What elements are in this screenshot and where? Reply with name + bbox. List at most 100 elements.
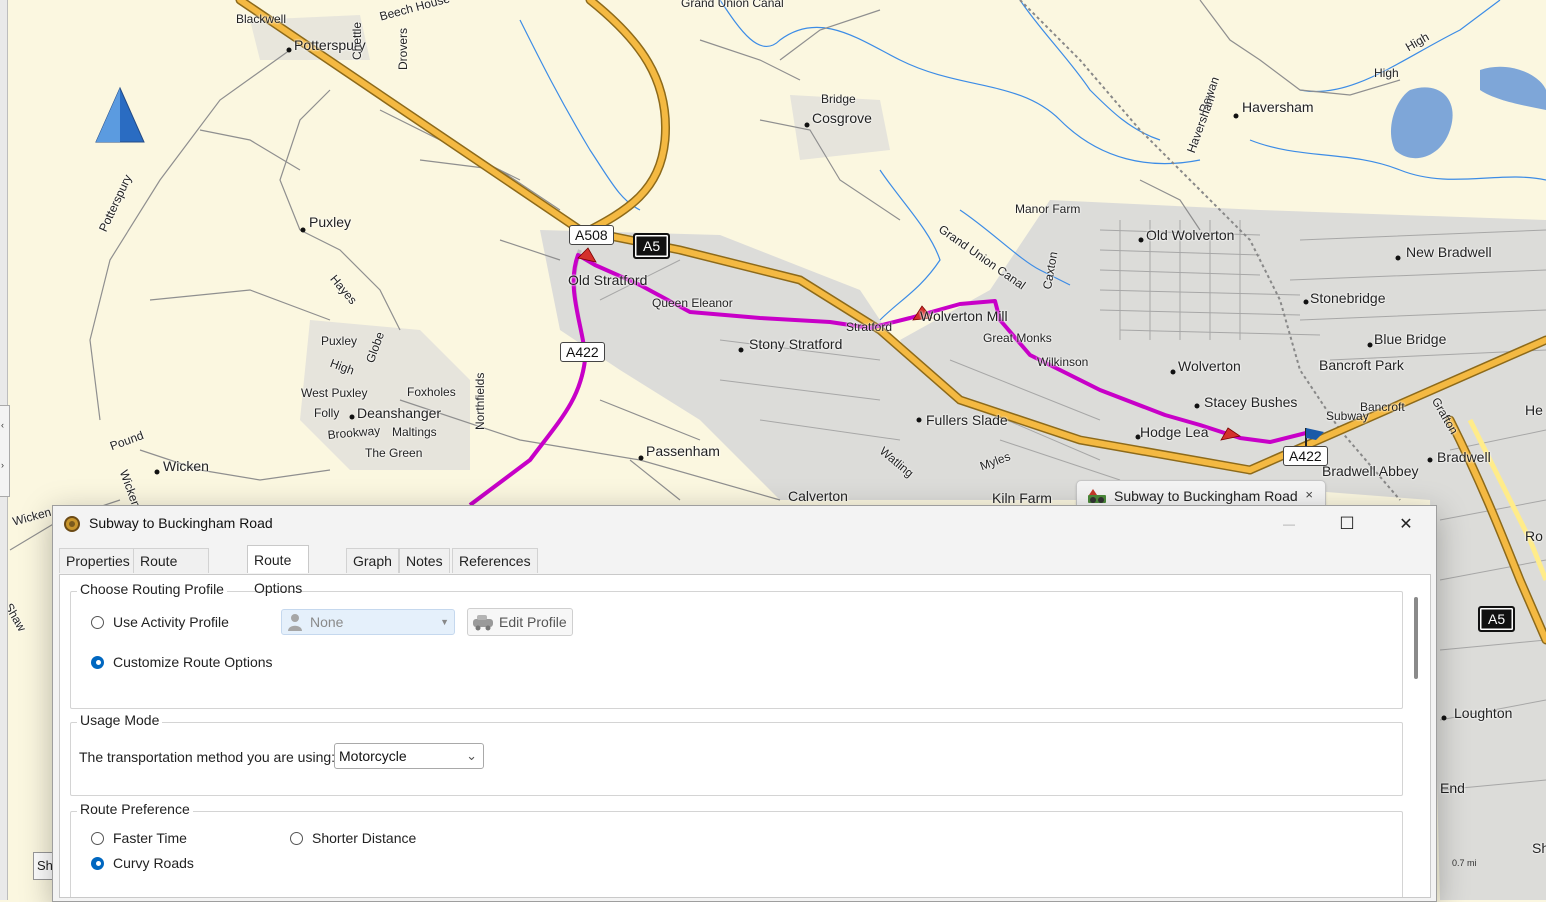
map-place-label: Ro: [1525, 528, 1543, 544]
collapse-arrows-icon: ‹ ›: [1, 420, 4, 470]
faster-time-radio[interactable]: Faster Time: [91, 830, 187, 846]
faster-time-label: Faster Time: [113, 830, 187, 846]
map-place-label: New Bradwell: [1406, 244, 1492, 260]
map-place-label: Bridge: [821, 92, 856, 106]
chevron-down-icon: ⌄: [466, 748, 477, 763]
route-preference-legend: Route Preference: [77, 801, 193, 817]
usage-mode-group: Usage Mode The transportation method you…: [70, 712, 1403, 796]
map-place-label: Blue Bridge: [1374, 331, 1447, 347]
tab-route-directions[interactable]: Route Directions: [133, 548, 210, 593]
map-place-label: Stonebridge: [1310, 290, 1386, 306]
map-place-label: Great Monks: [983, 331, 1052, 345]
route-properties-dialog: Subway to Buckingham Road — ☐ ✕ Properti…: [52, 505, 1437, 902]
tab-notes[interactable]: Notes: [399, 548, 450, 573]
compass-north-arrow-icon[interactable]: [95, 86, 145, 143]
vehicle-edit-icon: [473, 615, 493, 631]
transport-method-select[interactable]: Motorcycle ⌄: [334, 743, 484, 769]
map-place-label: High: [1374, 66, 1399, 80]
radio-checked-icon: [91, 655, 104, 669]
map-place-label: Blackwell: [236, 12, 287, 26]
map-place-label: Sh: [1532, 840, 1546, 856]
road-shield-a422: A422: [1283, 446, 1328, 466]
map-place-label: He: [1525, 402, 1543, 418]
map-place-label: End: [1440, 780, 1465, 796]
map-place-label: Folly: [314, 406, 340, 420]
map-place-label: Northfields: [473, 372, 487, 430]
activity-profile-combo[interactable]: None ▼: [281, 609, 455, 635]
customize-route-options-radio[interactable]: Customize Route Options: [91, 654, 273, 670]
map-place-label: Stratford: [846, 320, 893, 334]
map-place-label: West Puxley: [301, 386, 368, 400]
transport-method-label: The transportation method you are using:: [79, 749, 336, 765]
map-place-label: Wolverton: [1178, 358, 1241, 374]
lakes: [1390, 66, 1546, 159]
map-place-label: Subway: [1326, 409, 1369, 423]
map-place-label: Foxholes: [407, 385, 456, 399]
shorter-distance-radio[interactable]: Shorter Distance: [290, 830, 416, 846]
minimize-icon: —: [1283, 517, 1295, 531]
map-place-label: Puxley: [309, 214, 352, 230]
tab-properties[interactable]: Properties: [59, 548, 137, 573]
curvy-roads-radio[interactable]: Curvy Roads: [91, 855, 194, 871]
chevron-down-icon: ▼: [440, 617, 449, 627]
basecamp-app-icon: [64, 516, 80, 532]
road-shield-a5: A5: [633, 233, 671, 259]
map-place-label: Manor Farm: [1015, 202, 1081, 216]
panel-scrollbar[interactable]: [1414, 597, 1418, 679]
customize-route-options-label: Customize Route Options: [113, 654, 273, 670]
map-place-label: Bancroft Park: [1319, 357, 1404, 373]
use-activity-profile-radio[interactable]: Use Activity Profile: [91, 614, 229, 630]
curvy-roads-label: Curvy Roads: [113, 855, 194, 871]
map-place-label: Bradwell Abbey: [1322, 463, 1419, 479]
person-profile-icon: [288, 614, 302, 631]
map-place-label: Queen Eleanor: [652, 296, 733, 310]
tab-route-options[interactable]: Route Options: [247, 545, 310, 596]
map-place-label: Kiln Farm: [992, 490, 1052, 506]
route-motorcycle-icon: [1088, 489, 1106, 503]
map-place-label: Wicken: [163, 458, 209, 474]
edit-profile-label: Edit Profile: [499, 614, 567, 630]
map-place-label: Bradwell: [1437, 449, 1491, 465]
usage-mode-legend: Usage Mode: [77, 712, 163, 728]
map-place-label: The Green: [365, 446, 423, 460]
maximize-icon: ☐: [1339, 514, 1355, 533]
tab-references[interactable]: References: [452, 548, 538, 573]
radio-unchecked-icon: [290, 831, 303, 845]
dialog-titlebar[interactable]: Subway to Buckingham Road — ☐ ✕: [53, 506, 1436, 542]
map-place-label: Cosgrove: [812, 110, 872, 126]
map-place-label: Wolverton Mill: [920, 308, 1008, 324]
map-scale-text: 0.7 mi: [1452, 858, 1477, 868]
shorter-distance-label: Shorter Distance: [312, 830, 417, 846]
routing-profile-group: Choose Routing Profile Use Activity Prof…: [70, 581, 1403, 709]
road-shield-a508: A508: [569, 225, 614, 245]
map-place-label: Passenham: [646, 443, 720, 459]
map-place-label: Haversham: [1242, 99, 1314, 115]
maximize-button[interactable]: ☐: [1318, 506, 1376, 542]
routing-profile-legend: Choose Routing Profile: [77, 581, 227, 597]
radio-unchecked-icon: [91, 831, 104, 845]
minimize-button[interactable]: —: [1260, 506, 1318, 542]
edit-profile-button[interactable]: Edit Profile: [467, 608, 573, 636]
map-place-label: Wilkinson: [1037, 355, 1089, 369]
map-tab-close-icon[interactable]: ×: [1305, 487, 1313, 502]
map-place-label: Stony Stratford: [749, 336, 843, 352]
transport-method-value: Motorcycle: [339, 748, 407, 764]
road-shield-a5: A5: [1478, 606, 1516, 632]
left-collapse-handle[interactable]: ‹ ›: [0, 405, 10, 497]
map-place-label: Hodge Lea: [1140, 424, 1209, 440]
route-options-panel: Choose Routing Profile Use Activity Prof…: [59, 574, 1431, 898]
map-tab-title: Subway to Buckingham Road: [1114, 488, 1298, 504]
map-place-label: Old Wolverton: [1146, 227, 1235, 243]
map-place-label: Chettle: [350, 21, 364, 60]
map-place-label: Grand Union Canal: [681, 0, 784, 10]
map-place-label: Calverton: [788, 488, 848, 504]
activity-profile-value: None: [310, 614, 344, 630]
map-place-label: Maltings: [392, 425, 437, 439]
close-button[interactable]: ✕: [1377, 506, 1435, 542]
map-place-label: Drovers: [396, 27, 410, 70]
radio-checked-icon: [91, 856, 104, 870]
map-place-label: Puxley: [321, 334, 358, 348]
dialog-title: Subway to Buckingham Road: [89, 515, 273, 531]
tab-graph[interactable]: Graph: [346, 548, 399, 573]
map-place-label: Deanshanger: [357, 405, 442, 421]
